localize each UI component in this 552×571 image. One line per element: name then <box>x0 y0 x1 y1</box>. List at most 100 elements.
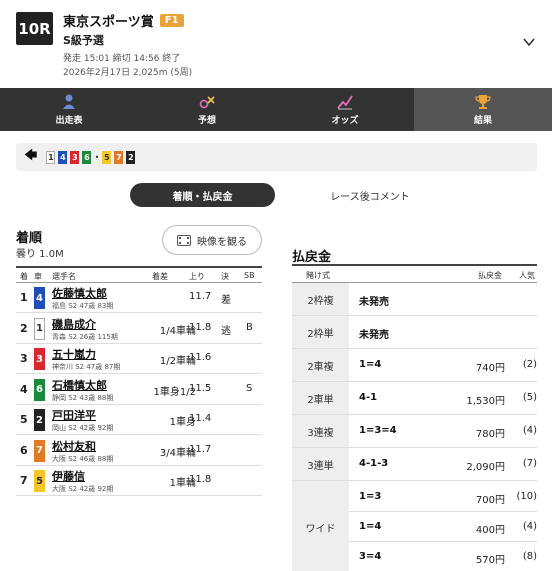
payout-row: 2車複 1=4 740円 (2) <box>292 349 537 382</box>
payout-bet-type: 3連複 <box>292 415 349 447</box>
payout-line: 4-1 1,530円 (5) <box>349 383 537 413</box>
rider-info: 福島 S2 47歳 83期 <box>52 302 114 310</box>
payout-amount: 700円 <box>475 495 505 506</box>
payout-combination: 1=4 <box>359 521 382 532</box>
result-car-number: 4 <box>34 287 45 309</box>
race-nav-tabs: 出走表 予想 オッズ 結果 <box>0 88 552 131</box>
result-last-lap: 11.8 <box>189 321 212 333</box>
rider-name-link[interactable]: 佐藤慎太郎 <box>52 285 107 301</box>
payout-bet-type: 2枠単 <box>292 316 349 348</box>
payout-line: 未発売 <box>349 284 537 314</box>
result-rank: 5 <box>20 413 28 426</box>
rider-name-link[interactable]: 戸田洋平 <box>52 407 96 423</box>
tab-entries[interactable]: 出走表 <box>0 88 138 131</box>
payout-row: ワイド 1=3 700円 (10) 1=4 400円 (4) 3=4 570円 (8) <box>292 481 537 571</box>
payout-combination: 4-1 <box>359 392 378 403</box>
rider-name-link[interactable]: 石橋慎太郎 <box>52 377 107 393</box>
header-rank: 着 <box>20 272 28 281</box>
tab-results[interactable]: 結果 <box>414 88 552 131</box>
result-rank: 4 <box>20 382 28 396</box>
payout-line: 3=4 570円 (8) <box>349 542 537 571</box>
tab-race-comments[interactable]: レース後コメント <box>310 183 430 207</box>
rider-info: 青森 S2 26歳 115期 <box>52 332 118 341</box>
race-subtitle: S級予選 <box>63 34 104 47</box>
result-car-number: 3 <box>34 348 45 370</box>
header-sb: SB <box>244 271 255 280</box>
rider-name-link[interactable]: 伊藤信 <box>52 468 85 484</box>
race-title: 東京スポーツ賞 F1 <box>63 11 184 30</box>
payout-amount: 2,090円 <box>466 462 505 473</box>
rider-name-link[interactable]: 松村友和 <box>52 438 96 454</box>
result-rank: 7 <box>20 474 28 487</box>
payout-combination: 1=3 <box>359 491 382 502</box>
payout-row: 2枠単 未発売 <box>292 316 537 349</box>
result-rank: 2 <box>20 321 28 335</box>
result-sb: B <box>246 321 253 333</box>
race-header: 10R 東京スポーツ賞 F1 S級予選 発走 15:01 締切 14:56 終了… <box>0 0 552 88</box>
tab-prediction[interactable]: 予想 <box>138 88 276 131</box>
payout-bet-type: 2車複 <box>292 349 349 381</box>
results-table-header: 着 車 選手名 着差 上り 決 SB <box>16 266 262 283</box>
result-kimete: 差 <box>221 295 231 306</box>
payout-combination: 未発売 <box>359 330 389 341</box>
race-date-info: 2026年2月17日 2,025m (5周) <box>63 68 193 78</box>
result-row: 6 7 松村友和 大阪 S2 46歳 88期 3/4車輪 11.7 <box>16 436 262 466</box>
payout-row: 3連単 4-1-3 2,090円 (7) <box>292 448 537 481</box>
payout-line: 1=4 400円 (4) <box>349 512 537 542</box>
result-car-number: 7 <box>34 439 45 462</box>
payout-bet-type: ワイド <box>292 481 349 571</box>
result-row: 1 4 佐藤慎太郎 福島 S2 47歳 83期 11.7 差 <box>16 283 262 313</box>
tab-prediction-label: 予想 <box>197 116 216 126</box>
finish-car-number: 7 <box>114 150 124 164</box>
payout-row: 2車単 4-1 1,530円 (5) <box>292 382 537 415</box>
result-row: 5 2 戸田洋平 岡山 S2 42歳 92期 1車身 11.4 <box>16 405 262 435</box>
payout-amount: 780円 <box>475 429 505 440</box>
payout-amount: 400円 <box>475 525 505 536</box>
race-time-info: 発走 15:01 締切 14:56 終了 <box>63 54 181 64</box>
payout-bet-type: 2車単 <box>292 382 349 414</box>
grade-badge: F1 <box>159 14 184 27</box>
payout-bet-type: 2枠複 <box>292 283 349 315</box>
rider-name-link[interactable]: 五十嵐力 <box>52 346 96 362</box>
rider-info: 静岡 S2 43歳 88期 <box>52 393 114 402</box>
result-last-lap: 11.6 <box>189 352 212 363</box>
chevron-down-icon[interactable] <box>522 35 536 49</box>
tab-odds[interactable]: オッズ <box>276 88 414 131</box>
payout-line: 1=3=4 780円 (4) <box>349 416 537 446</box>
result-last-lap: 11.5 <box>189 382 212 394</box>
tab-results-payouts[interactable]: 着順・払戻金 <box>130 183 275 207</box>
rider-name-link[interactable]: 磯島成介 <box>52 316 96 332</box>
watch-video-button[interactable]: 映像を観る <box>162 225 262 255</box>
payout-row: 3連複 1=3=4 780円 (4) <box>292 415 537 448</box>
header-diff: 着差 <box>152 272 168 281</box>
film-icon <box>177 234 191 246</box>
payout-popularity: (8) <box>522 551 537 562</box>
finish-separator: • <box>94 152 100 162</box>
payout-line: 未発売 <box>349 317 537 347</box>
result-last-lap: 11.8 <box>189 474 212 485</box>
payout-amount: 740円 <box>475 363 505 374</box>
payout-amount: 1,530円 <box>466 396 505 407</box>
payout-line: 4-1-3 2,090円 (7) <box>349 449 537 479</box>
result-car-number: 2 <box>34 409 45 431</box>
header-lap: 上り <box>189 272 205 281</box>
payout-amount: 570円 <box>475 555 505 566</box>
finish-car-number: 3 <box>70 150 80 164</box>
result-rank: 3 <box>20 352 28 365</box>
tab-results-label: 結果 <box>473 116 492 126</box>
payouts-table-header: 賭け式 払戻金 人気 <box>292 264 537 283</box>
finish-car-number: 2 <box>126 150 136 164</box>
payout-popularity: (5) <box>522 392 537 403</box>
result-row: 4 6 石橋慎太郎 静岡 S2 43歳 88期 1車身1/2 11.5 S <box>16 375 262 405</box>
payout-popularity: (7) <box>522 458 537 469</box>
finish-car-number: 6 <box>82 150 92 164</box>
header-kimete: 決 <box>221 272 229 281</box>
watch-video-label: 映像を観る <box>197 236 247 248</box>
tab-odds-label: オッズ <box>331 116 359 126</box>
result-row: 3 3 五十嵐力 神奈川 S2 47歳 87期 1/2車輪 11.6 <box>16 344 262 374</box>
header-name: 選手名 <box>52 272 76 281</box>
payout-combination: 1=3=4 <box>359 425 397 436</box>
result-row: 2 1 磯島成介 青森 S2 26歳 115期 1/4車輪 11.8 逃 B <box>16 314 262 344</box>
prediction-icon <box>199 96 215 109</box>
trophy-icon <box>475 95 491 109</box>
